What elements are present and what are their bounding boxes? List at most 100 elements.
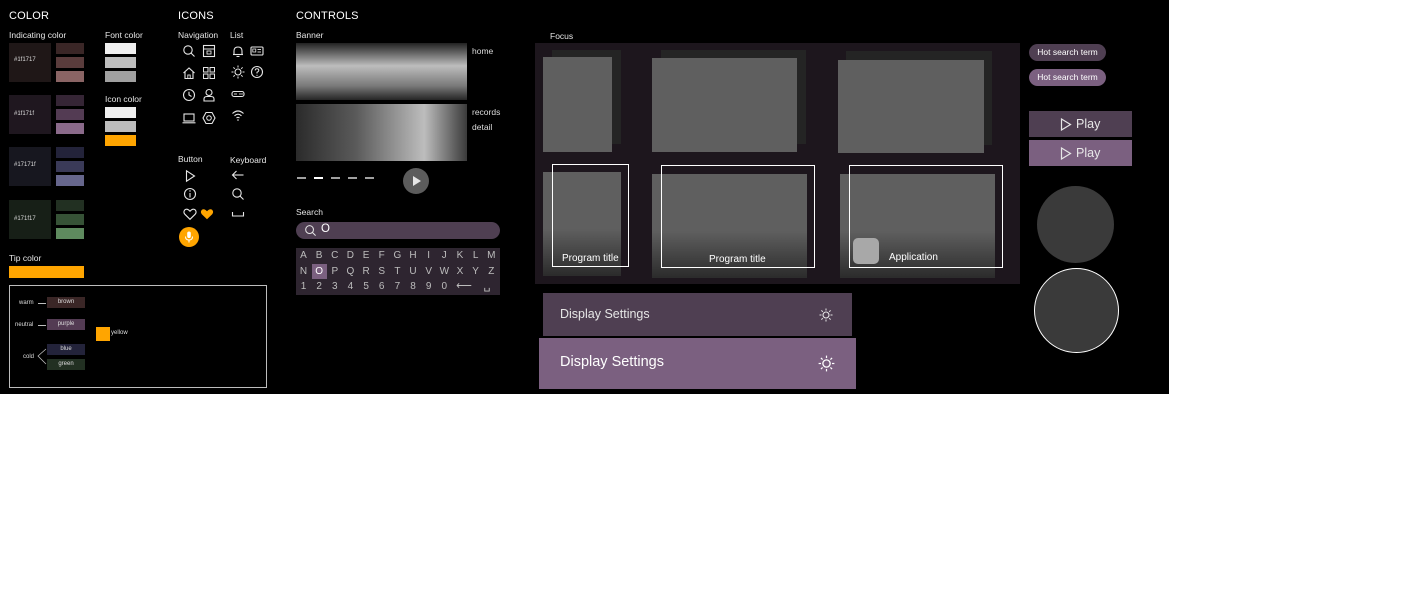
hexagon-settings-icon[interactable] [202, 111, 216, 125]
history-clock-icon[interactable] [182, 88, 196, 102]
key[interactable]: D [343, 248, 358, 263]
section-title-color: COLOR [9, 10, 50, 22]
hot-search-chip-focused[interactable]: Hot search term [1029, 69, 1106, 86]
avatar-focused[interactable] [1034, 268, 1119, 353]
search-bar[interactable]: O [296, 222, 500, 239]
key[interactable]: R [359, 264, 374, 279]
focus-border [661, 165, 815, 268]
button-icons-title: Button [178, 154, 203, 164]
key[interactable]: 7 [390, 279, 405, 294]
key[interactable]: Q [343, 264, 358, 279]
key[interactable]: Z [484, 264, 499, 279]
info-icon[interactable] [183, 187, 197, 201]
landscape-card[interactable] [652, 58, 797, 152]
keyboard-icons-title: Keyboard [230, 155, 267, 165]
banner-play-button[interactable] [403, 168, 429, 194]
key[interactable]: A [296, 248, 311, 263]
key[interactable]: L [468, 248, 483, 263]
banner-records-card[interactable] [296, 104, 467, 161]
play-button[interactable]: Play [1029, 111, 1132, 137]
indicating-shade [56, 109, 84, 120]
legend-blue-swatch: blue [47, 344, 85, 355]
indicating-swatch-label: #1f171f [14, 111, 35, 117]
key[interactable]: 2 [312, 279, 327, 294]
banner-page-indicator[interactable] [331, 177, 340, 179]
key[interactable]: 0 [437, 279, 452, 294]
play-button-focused[interactable]: Play [1029, 140, 1132, 166]
id-card-icon[interactable] [250, 44, 264, 58]
key[interactable]: Y [468, 264, 483, 279]
key[interactable]: M [484, 248, 499, 263]
key[interactable]: 5 [359, 279, 374, 294]
help-icon[interactable] [250, 65, 264, 79]
backspace-key[interactable]: ⟵ [456, 279, 472, 294]
focus-title: Focus [550, 31, 574, 41]
key[interactable]: F [374, 248, 389, 263]
indicating-swatch-label: #17171f [14, 162, 36, 168]
banner-home-card[interactable] [296, 43, 467, 100]
landscape-card[interactable] [838, 60, 984, 153]
legend-neutral-label: neutral [15, 322, 34, 328]
store-icon[interactable] [202, 44, 216, 58]
banner-home-label: home [472, 46, 494, 56]
wifi-icon[interactable] [231, 108, 245, 122]
key[interactable]: N [296, 264, 311, 279]
legend-blue-label: blue [60, 346, 72, 352]
banner-page-indicator[interactable] [297, 177, 306, 179]
bell-icon[interactable] [231, 44, 245, 58]
apps-grid-icon[interactable] [202, 66, 216, 80]
backspace-arrow-icon[interactable] [231, 168, 245, 182]
microphone-button[interactable] [179, 227, 199, 247]
poster-card[interactable] [543, 57, 612, 152]
display-settings-item-focused[interactable]: Display Settings [539, 338, 856, 389]
key[interactable]: U [406, 264, 421, 279]
banner-page-indicator-active[interactable] [314, 177, 323, 179]
search-icon[interactable] [231, 187, 245, 201]
indicating-shade [56, 228, 84, 239]
indicating-shade [56, 200, 84, 211]
heart-filled-icon[interactable] [200, 207, 214, 221]
key[interactable]: 6 [374, 279, 389, 294]
home-icon[interactable] [182, 66, 196, 80]
key[interactable]: 4 [343, 279, 358, 294]
hot-search-chip[interactable]: Hot search term [1029, 44, 1106, 61]
display-settings-item[interactable]: Display Settings [543, 293, 852, 336]
user-icon[interactable] [202, 88, 216, 102]
display-settings-label: Display Settings [560, 354, 664, 370]
key[interactable]: P [327, 264, 342, 279]
key-selected[interactable]: O [311, 264, 327, 279]
legend-yellow-swatch [96, 327, 110, 341]
key[interactable]: 9 [421, 279, 436, 294]
laptop-icon[interactable] [182, 111, 196, 125]
key[interactable]: I [421, 248, 436, 263]
play-icon[interactable] [183, 169, 197, 183]
program-title-label: Program title [562, 253, 619, 264]
key[interactable]: W [437, 264, 452, 279]
indicating-swatch-main: #17171f [9, 147, 51, 186]
gamepad-icon[interactable] [231, 87, 245, 101]
key[interactable]: T [390, 264, 405, 279]
heart-outline-icon[interactable] [183, 207, 197, 221]
banner-page-indicator[interactable] [348, 177, 357, 179]
key[interactable]: S [374, 264, 389, 279]
space-icon[interactable] [231, 206, 245, 220]
key[interactable]: 1 [296, 279, 311, 294]
indicating-swatch-main: #1f1717 [9, 43, 51, 82]
key[interactable]: J [437, 248, 452, 263]
space-key[interactable]: ␣ [479, 279, 495, 294]
key[interactable]: 8 [406, 279, 421, 294]
key[interactable]: X [453, 264, 468, 279]
brightness-icon[interactable] [231, 65, 245, 79]
key[interactable]: K [453, 248, 468, 263]
banner-detail-label: detail [472, 122, 493, 132]
key[interactable]: E [359, 248, 374, 263]
key[interactable]: C [327, 248, 342, 263]
avatar[interactable] [1037, 186, 1114, 263]
banner-page-indicator[interactable] [365, 177, 374, 179]
key[interactable]: H [406, 248, 421, 263]
search-icon[interactable] [182, 44, 196, 58]
key[interactable]: 3 [327, 279, 342, 294]
key[interactable]: G [390, 248, 405, 263]
key[interactable]: B [312, 248, 327, 263]
key[interactable]: V [421, 264, 436, 279]
